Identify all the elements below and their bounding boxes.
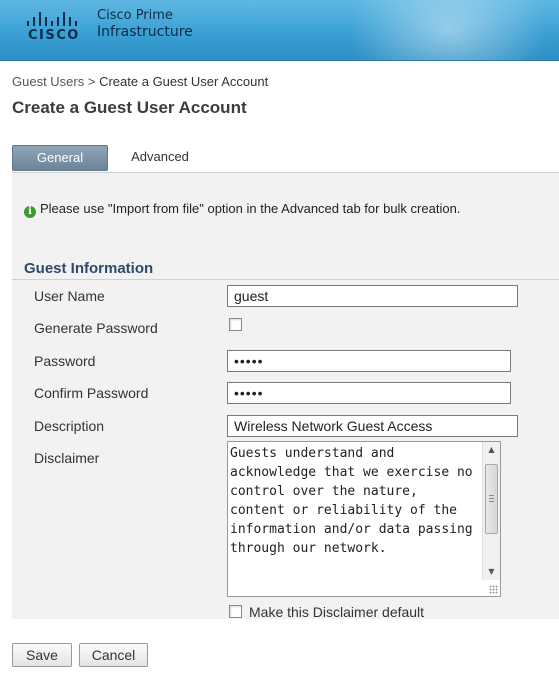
product-name-line2: Infrastructure (97, 24, 193, 40)
user-name-input[interactable]: guest (227, 285, 518, 307)
user-name-label: User Name (34, 288, 105, 304)
info-circle-icon: i (24, 206, 36, 218)
thumb-grip-icon (489, 501, 494, 502)
confirm-password-input[interactable]: ••••• (227, 382, 511, 404)
breadcrumb-separator: > (87, 74, 96, 89)
description-label: Description (34, 418, 105, 434)
disclaimer-textarea[interactable]: Guests understand and acknowledge that w… (227, 441, 501, 597)
disclaimer-label: Disclaimer (34, 450, 100, 466)
breadcrumb: Guest Users > Create a Guest User Accoun… (12, 74, 268, 89)
breadcrumb-guest-users[interactable]: Guest Users (12, 74, 84, 89)
tab-general[interactable]: General (12, 145, 108, 171)
generate-password-checkbox[interactable] (229, 318, 242, 331)
password-label: Password (34, 353, 96, 369)
cisco-logo: CISCO (26, 10, 84, 44)
password-input[interactable]: ••••• (227, 350, 511, 372)
save-button[interactable]: Save (12, 643, 72, 667)
cisco-bars-icon (26, 10, 84, 26)
info-message-text: Please use "Import from file" option in … (40, 201, 461, 216)
breadcrumb-current: Create a Guest User Account (99, 74, 269, 89)
scrollbar-thumb[interactable] (485, 464, 498, 534)
cancel-button[interactable]: Cancel (79, 643, 148, 667)
info-message: i Please use "Import from file" option in… (24, 201, 460, 218)
app-header: CISCO Cisco Prime Infrastructure (0, 0, 559, 61)
product-name-line1: Cisco Prime (97, 8, 173, 23)
disclaimer-text: Guests understand and acknowledge that w… (230, 446, 481, 556)
resize-grip-icon[interactable] (489, 585, 498, 594)
header-glow (349, 0, 549, 60)
page-title: Create a Guest User Account (12, 98, 247, 117)
generate-password-label: Generate Password (34, 320, 158, 336)
description-input[interactable]: Wireless Network Guest Access (227, 415, 518, 437)
product-name: Cisco Prime Infrastructure (97, 8, 193, 40)
section-divider (12, 279, 559, 280)
tab-advanced[interactable]: Advanced (116, 145, 204, 169)
scroll-up-arrow-icon[interactable]: ▲ (483, 442, 500, 458)
disclaimer-scrollbar[interactable]: ▲ ▼ (482, 442, 500, 580)
confirm-password-label: Confirm Password (34, 385, 149, 401)
cisco-logo-text: CISCO (28, 28, 80, 43)
make-default-checkbox[interactable] (229, 605, 242, 618)
make-default-label: Make this Disclaimer default (249, 604, 425, 620)
thumb-grip-icon (489, 498, 494, 499)
section-title-guest-information: Guest Information (24, 260, 154, 277)
thumb-grip-icon (489, 495, 494, 496)
scroll-down-arrow-icon[interactable]: ▼ (483, 564, 500, 580)
